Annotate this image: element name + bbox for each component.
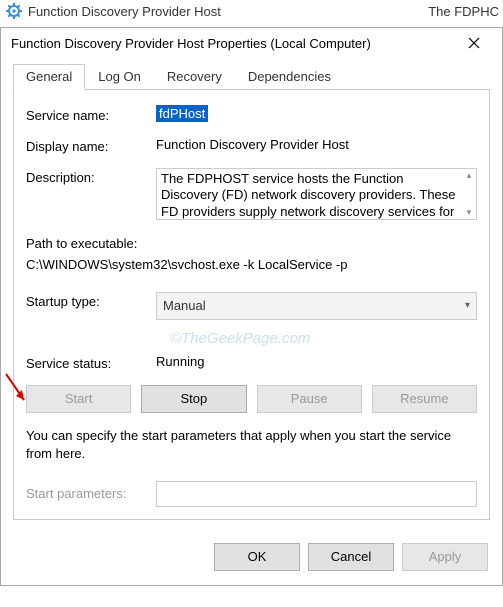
tab-row: General Log On Recovery Dependencies [13, 64, 490, 90]
tab-general[interactable]: General [13, 64, 85, 90]
tab-recovery[interactable]: Recovery [154, 64, 235, 90]
properties-dialog: Function Discovery Provider Host Propert… [0, 27, 503, 586]
close-icon [468, 37, 480, 49]
label-start-parameters: Start parameters: [26, 486, 156, 501]
resume-button: Resume [372, 385, 477, 413]
startup-type-select[interactable]: Manual ▾ [156, 292, 477, 320]
start-parameters-hint: You can specify the start parameters tha… [26, 427, 477, 463]
value-service-status: Running [156, 354, 477, 369]
gear-icon [6, 3, 22, 19]
stop-button[interactable]: Stop [141, 385, 246, 413]
ok-button[interactable]: OK [214, 543, 300, 571]
apply-button-label: Apply [429, 549, 462, 564]
label-path: Path to executable: [26, 234, 477, 255]
start-button-label: Start [65, 391, 92, 406]
cancel-button-label: Cancel [331, 549, 371, 564]
label-service-name: Service name: [26, 106, 156, 123]
chevron-down-icon: ▾ [465, 300, 470, 311]
close-button[interactable] [454, 29, 494, 57]
description-box[interactable]: The FDPHOST service hosts the Function D… [156, 168, 477, 220]
tab-panel-general: Service name: fdPHost Display name: Func… [13, 89, 490, 520]
value-display-name: Function Discovery Provider Host [156, 137, 477, 152]
startup-type-value: Manual [163, 298, 206, 313]
background-service-name: Function Discovery Provider Host [28, 4, 221, 19]
tab-logon[interactable]: Log On [85, 64, 154, 90]
label-service-status: Service status: [26, 354, 156, 371]
titlebar[interactable]: Function Discovery Provider Host Propert… [1, 28, 502, 58]
tab-dependencies-label: Dependencies [248, 69, 331, 84]
tab-dependencies[interactable]: Dependencies [235, 64, 344, 90]
apply-button: Apply [402, 543, 488, 571]
start-parameters-input [156, 481, 477, 507]
cancel-button[interactable]: Cancel [308, 543, 394, 571]
ok-button-label: OK [248, 549, 267, 564]
background-services-row: Function Discovery Provider Host The FDP… [0, 0, 503, 22]
stop-button-label: Stop [181, 391, 208, 406]
label-startup-type: Startup type: [26, 292, 156, 309]
background-description-fragment: The FDPHC [428, 4, 503, 19]
label-display-name: Display name: [26, 137, 156, 154]
tab-general-label: General [26, 69, 72, 84]
resume-button-label: Resume [400, 391, 448, 406]
value-description: The FDPHOST service hosts the Function D… [161, 171, 456, 220]
tab-logon-label: Log On [98, 69, 141, 84]
value-service-name[interactable]: fdPHost [156, 105, 208, 122]
start-button: Start [26, 385, 131, 413]
value-path: C:\WINDOWS\system32\svchost.exe -k Local… [26, 255, 477, 276]
description-scrollbar[interactable]: ▴ ▾ [462, 169, 476, 219]
dialog-title: Function Discovery Provider Host Propert… [11, 36, 454, 51]
tab-recovery-label: Recovery [167, 69, 222, 84]
scroll-up-icon[interactable]: ▴ [467, 169, 472, 182]
pause-button: Pause [257, 385, 362, 413]
scroll-down-icon[interactable]: ▾ [467, 206, 472, 219]
label-description: Description: [26, 168, 156, 185]
pause-button-label: Pause [291, 391, 328, 406]
